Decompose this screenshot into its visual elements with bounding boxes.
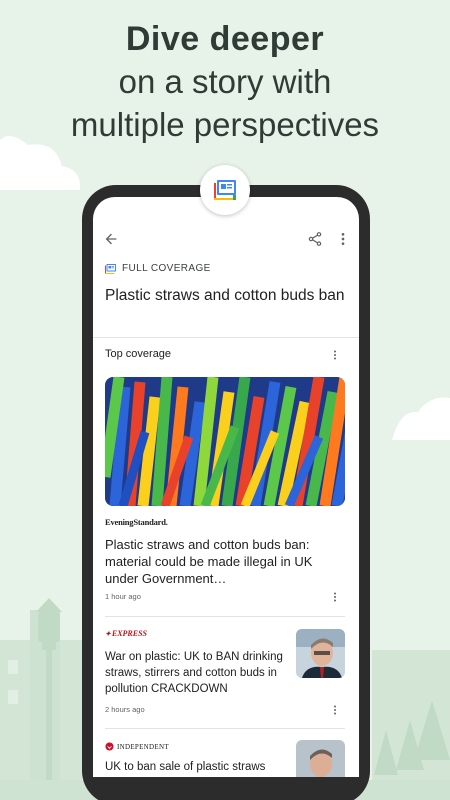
- headline: Dive deeper on a story with multiple per…: [0, 18, 450, 146]
- divider: [93, 337, 359, 338]
- more-vert-icon: [334, 350, 336, 360]
- more-vert-icon: [334, 592, 336, 602]
- article-time: 2 hours ago: [105, 705, 145, 714]
- full-coverage-icon: [214, 180, 236, 200]
- back-button[interactable]: [99, 227, 123, 251]
- phone-screen: FULL COVERAGE Plastic straws and cotton …: [93, 197, 359, 777]
- right-cloud: [392, 397, 450, 440]
- article-thumbnail[interactable]: [296, 629, 345, 678]
- story-title: Plastic straws and cotton buds ban: [105, 287, 345, 304]
- article-title[interactable]: UK to ban sale of plastic straws: [105, 759, 290, 775]
- share-icon: [308, 232, 322, 246]
- article-time: 1 hour ago: [105, 592, 141, 601]
- headline-line-1: Dive deeper: [125, 20, 325, 58]
- full-coverage-icon: [105, 263, 116, 274]
- source-name: INDEPENDENT: [117, 742, 169, 751]
- article-title[interactable]: War on plastic: UK to BAN drinking straw…: [105, 649, 290, 697]
- article-more-button[interactable]: [327, 702, 343, 718]
- full-coverage-header: FULL COVERAGE: [105, 263, 211, 274]
- independent-eagle-icon: [105, 742, 114, 751]
- source-logo-independent: INDEPENDENT: [105, 742, 169, 751]
- source-logo-express: ✦ EXPRESS: [105, 629, 147, 638]
- person-photo: [296, 740, 345, 777]
- article-title[interactable]: Plastic straws and cotton buds ban: mate…: [105, 536, 325, 587]
- share-button[interactable]: [303, 227, 327, 251]
- more-vert-icon: [334, 705, 336, 715]
- article-thumbnail[interactable]: [296, 740, 345, 777]
- back-arrow-icon: [105, 233, 117, 245]
- divider: [105, 616, 345, 617]
- app-toolbar: [93, 227, 359, 251]
- section-more-button[interactable]: [327, 347, 343, 363]
- source-logo-evening-standard: EveningStandard.: [105, 517, 168, 527]
- straws-image: [105, 377, 345, 506]
- person-photo: [296, 629, 345, 678]
- divider: [105, 728, 345, 729]
- section-title: Top coverage: [105, 348, 172, 360]
- source-name: EXPRESS: [111, 629, 148, 638]
- full-coverage-label: FULL COVERAGE: [122, 263, 211, 274]
- full-coverage-badge: [200, 165, 250, 215]
- headline-line-2: on a story with: [118, 63, 332, 100]
- more-options-button[interactable]: [331, 227, 355, 251]
- article-more-button[interactable]: [327, 589, 343, 605]
- more-vert-icon: [341, 233, 345, 245]
- article-hero-image[interactable]: [105, 377, 345, 506]
- express-logo-mark: ✦: [105, 629, 111, 638]
- headline-line-3: multiple perspectives: [70, 106, 380, 143]
